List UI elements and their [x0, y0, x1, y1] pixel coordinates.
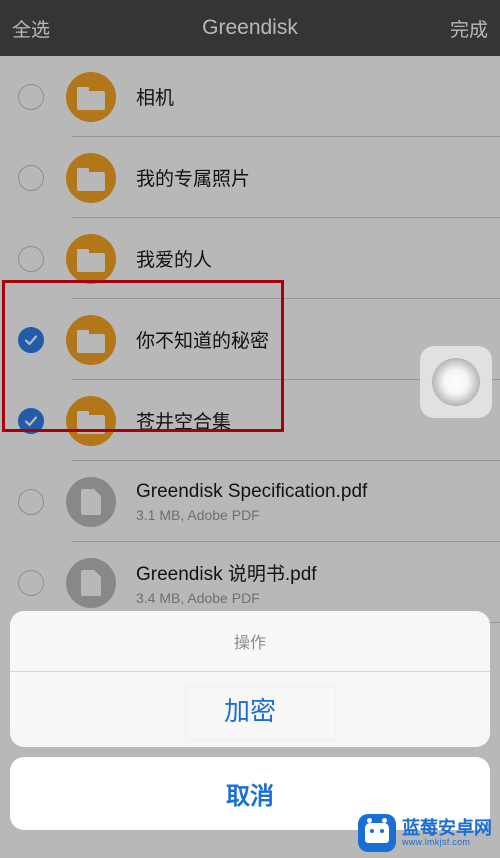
watermark-brand: 蓝莓安卓网	[402, 819, 492, 837]
item-text: 相机	[136, 83, 500, 110]
selection-radio[interactable]	[18, 165, 44, 191]
assistive-touch-icon	[432, 358, 480, 406]
item-name: Greendisk 说明书.pdf	[136, 559, 500, 586]
action-sheet-title: 操作	[10, 611, 490, 672]
item-text: Greendisk Specification.pdf 3.1 MB, Adobe…	[136, 481, 500, 523]
document-icon	[66, 558, 116, 608]
folder-icon	[66, 396, 116, 446]
item-name: 相机	[136, 83, 500, 110]
folder-icon	[66, 72, 116, 122]
assistive-touch[interactable]	[420, 346, 492, 418]
item-name: 我爱的人	[136, 245, 500, 272]
item-name: 我的专属照片	[136, 164, 500, 191]
selection-radio[interactable]	[18, 84, 44, 110]
selection-radio[interactable]	[18, 570, 44, 596]
select-all-button[interactable]: 全选	[12, 15, 50, 42]
item-text: 我爱的人	[136, 245, 500, 272]
file-list: 相机我的专属照片我爱的人你不知道的秘密苍井空合集Greendisk Specif…	[0, 56, 500, 623]
list-item[interactable]: Greendisk Specification.pdf 3.1 MB, Adobe…	[0, 461, 500, 542]
done-button[interactable]: 完成	[450, 15, 488, 42]
item-meta: 3.1 MB, Adobe PDF	[136, 507, 500, 523]
item-text: Greendisk 说明书.pdf 3.4 MB, Adobe PDF	[136, 559, 500, 606]
page-title: Greendisk	[0, 16, 500, 40]
encrypt-button[interactable]: 加密	[10, 672, 490, 747]
selection-radio[interactable]	[18, 246, 44, 272]
watermark-logo-icon	[358, 814, 396, 852]
document-icon	[66, 477, 116, 527]
header: 全选 Greendisk 完成	[0, 0, 500, 56]
item-meta: 3.4 MB, Adobe PDF	[136, 590, 500, 606]
folder-icon	[66, 234, 116, 284]
folder-icon	[66, 153, 116, 203]
action-sheet: 操作 加密 取消	[10, 611, 490, 830]
watermark: 蓝莓安卓网 www.lmkjsf.com	[358, 814, 492, 852]
item-name: Greendisk Specification.pdf	[136, 481, 500, 503]
selection-radio[interactable]	[18, 327, 44, 353]
list-item[interactable]: 相机	[0, 56, 500, 137]
list-item[interactable]: 我爱的人	[0, 218, 500, 299]
item-text: 我的专属照片	[136, 164, 500, 191]
list-item[interactable]: 我的专属照片	[0, 137, 500, 218]
selection-radio[interactable]	[18, 489, 44, 515]
folder-icon	[66, 315, 116, 365]
selection-radio[interactable]	[18, 408, 44, 434]
watermark-url: www.lmkjsf.com	[402, 837, 492, 847]
